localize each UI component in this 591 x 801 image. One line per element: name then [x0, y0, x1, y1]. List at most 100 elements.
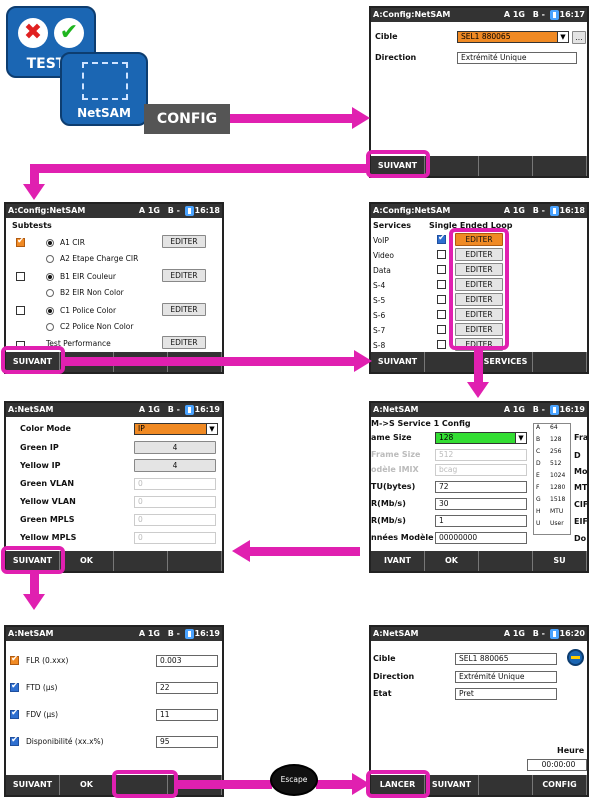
- soft-key-4[interactable]: [533, 352, 587, 372]
- green-vlan-label: Green VLAN: [20, 479, 75, 488]
- service-checkbox[interactable]: [437, 233, 446, 244]
- port-a-status: A 1G: [138, 629, 160, 638]
- cir-label: R(Mb/s): [371, 499, 406, 508]
- soft-key-2[interactable]: [425, 352, 479, 372]
- table-key: C: [536, 448, 541, 455]
- soft-key-3[interactable]: [479, 775, 533, 795]
- subtest-c2-radio[interactable]: [46, 323, 54, 331]
- service-checkbox[interactable]: [437, 295, 446, 304]
- heure-label: Heure: [557, 746, 585, 755]
- frame-size-select[interactable]: 128 ▼: [435, 432, 527, 444]
- netsam-label: NetSAM: [77, 106, 131, 120]
- data-pattern-field[interactable]: 00000000: [435, 532, 527, 544]
- subtest-c-checkbox[interactable]: [16, 306, 25, 315]
- flow-arrow-5: [248, 547, 360, 556]
- fail-icon: ✖: [18, 18, 48, 48]
- imix-model-field[interactable]: bcag: [435, 464, 527, 476]
- service-checkbox[interactable]: [437, 280, 446, 289]
- service-checkbox[interactable]: [437, 340, 446, 349]
- config-tab[interactable]: CONFIG: [144, 104, 230, 134]
- frame-size-field[interactable]: 512: [435, 449, 527, 461]
- fdv-field[interactable]: 11: [156, 709, 218, 721]
- yellow-ip-stepper[interactable]: 4: [134, 459, 216, 472]
- soft-key-3[interactable]: [479, 156, 533, 176]
- table-key: A: [536, 424, 541, 431]
- edit-b-button[interactable]: EDITER: [162, 269, 206, 282]
- ok-button[interactable]: OK: [425, 551, 479, 571]
- service-checkbox[interactable]: [437, 265, 446, 274]
- ok-button[interactable]: OK: [60, 551, 114, 571]
- window-title: A:NetSAM: [8, 629, 54, 638]
- fdv-label: FDV (µs): [26, 710, 59, 719]
- green-mpls-field[interactable]: 0: [134, 514, 216, 526]
- subtest-a1-radio[interactable]: [46, 239, 54, 247]
- port-b-status: B -: [167, 405, 180, 414]
- escape-key-icon[interactable]: Escape: [270, 764, 318, 796]
- etat-label: Etat: [373, 689, 392, 698]
- cible-field[interactable]: SEL1 880065: [455, 653, 557, 665]
- subtest-a2-radio[interactable]: [46, 255, 54, 263]
- next-button[interactable]: SUIVANT: [371, 352, 425, 372]
- title-bar: A:Config:NetSAM A 1G B - 16:17: [371, 8, 587, 22]
- ok-button[interactable]: OK: [60, 775, 114, 795]
- services-button[interactable]: SERVICES: [479, 352, 533, 372]
- color-mode-select[interactable]: IP ▼: [134, 423, 218, 435]
- next-button[interactable]: IVANT: [371, 551, 425, 571]
- mtu-field[interactable]: 72: [435, 481, 527, 493]
- cir-field[interactable]: 30: [435, 498, 527, 510]
- soft-key-3[interactable]: [479, 551, 533, 571]
- edit-c-button[interactable]: EDITER: [162, 303, 206, 316]
- subtest-b1-radio[interactable]: [46, 273, 54, 281]
- yellow-vlan-label: Yellow VLAN: [20, 497, 76, 506]
- soft-key-4[interactable]: SU: [533, 551, 587, 571]
- service-checkbox[interactable]: [437, 310, 446, 319]
- stop-icon[interactable]: [567, 649, 584, 666]
- subtest-c1-radio[interactable]: [46, 307, 54, 315]
- next-button[interactable]: SUIVANT: [6, 775, 60, 795]
- soft-key-2[interactable]: [425, 156, 479, 176]
- next-button[interactable]: SUIVANT: [425, 775, 479, 795]
- subtest-b2-radio[interactable]: [46, 289, 54, 297]
- data-pattern-label: nnées Modèle: [371, 533, 434, 542]
- flow-arrow-3: [64, 357, 356, 366]
- edit-a-button[interactable]: EDITER: [162, 235, 206, 248]
- port-b-status: B -: [167, 629, 180, 638]
- yellow-ip-label: Yellow IP: [20, 461, 61, 470]
- flow-arrow-2-down: [30, 164, 39, 184]
- config-button[interactable]: CONFIG: [533, 775, 587, 795]
- cible-select[interactable]: SEL1 880065 ▼: [457, 31, 569, 43]
- battery-icon: [550, 405, 559, 415]
- table-key: G: [536, 496, 541, 503]
- table-value: 256: [550, 448, 562, 455]
- soft-key-4[interactable]: [533, 156, 587, 176]
- yellow-vlan-field[interactable]: 0: [134, 496, 216, 508]
- availability-field[interactable]: 95: [156, 736, 218, 748]
- availability-label: Disponibilité (xx.x%): [26, 737, 104, 746]
- flow-arrow-head: [232, 540, 250, 562]
- ftd-checkbox[interactable]: [10, 681, 19, 692]
- fdv-checkbox[interactable]: [10, 708, 19, 719]
- subtest-a-checkbox[interactable]: [16, 236, 25, 247]
- direction-field[interactable]: Extrémité Unique: [455, 671, 557, 683]
- service-checkbox[interactable]: [437, 325, 446, 334]
- yellow-mpls-field[interactable]: 0: [134, 532, 216, 544]
- direction-field[interactable]: Extrémité Unique: [457, 52, 577, 64]
- green-ip-stepper[interactable]: 4: [134, 441, 216, 454]
- availability-checkbox[interactable]: [10, 735, 19, 746]
- soft-key-4[interactable]: [168, 551, 222, 571]
- subtest-b-checkbox[interactable]: [16, 272, 25, 281]
- table-value: 512: [550, 460, 562, 467]
- service-checkbox[interactable]: [437, 250, 446, 259]
- flr-checkbox[interactable]: [10, 654, 19, 665]
- clock: 16:18: [559, 206, 585, 215]
- edit-performance-button[interactable]: EDITER: [162, 336, 206, 349]
- truncated-label: EIF: [574, 517, 588, 526]
- green-vlan-field[interactable]: 0: [134, 478, 216, 490]
- port-a-status: A 1G: [503, 405, 525, 414]
- flr-field[interactable]: 0.003: [156, 655, 218, 667]
- soft-key-3[interactable]: [114, 551, 168, 571]
- ftd-field[interactable]: 22: [156, 682, 218, 694]
- eir-field[interactable]: 1: [435, 515, 527, 527]
- netsam-icon[interactable]: NetSAM: [60, 52, 148, 126]
- browse-button[interactable]: ...: [572, 31, 586, 44]
